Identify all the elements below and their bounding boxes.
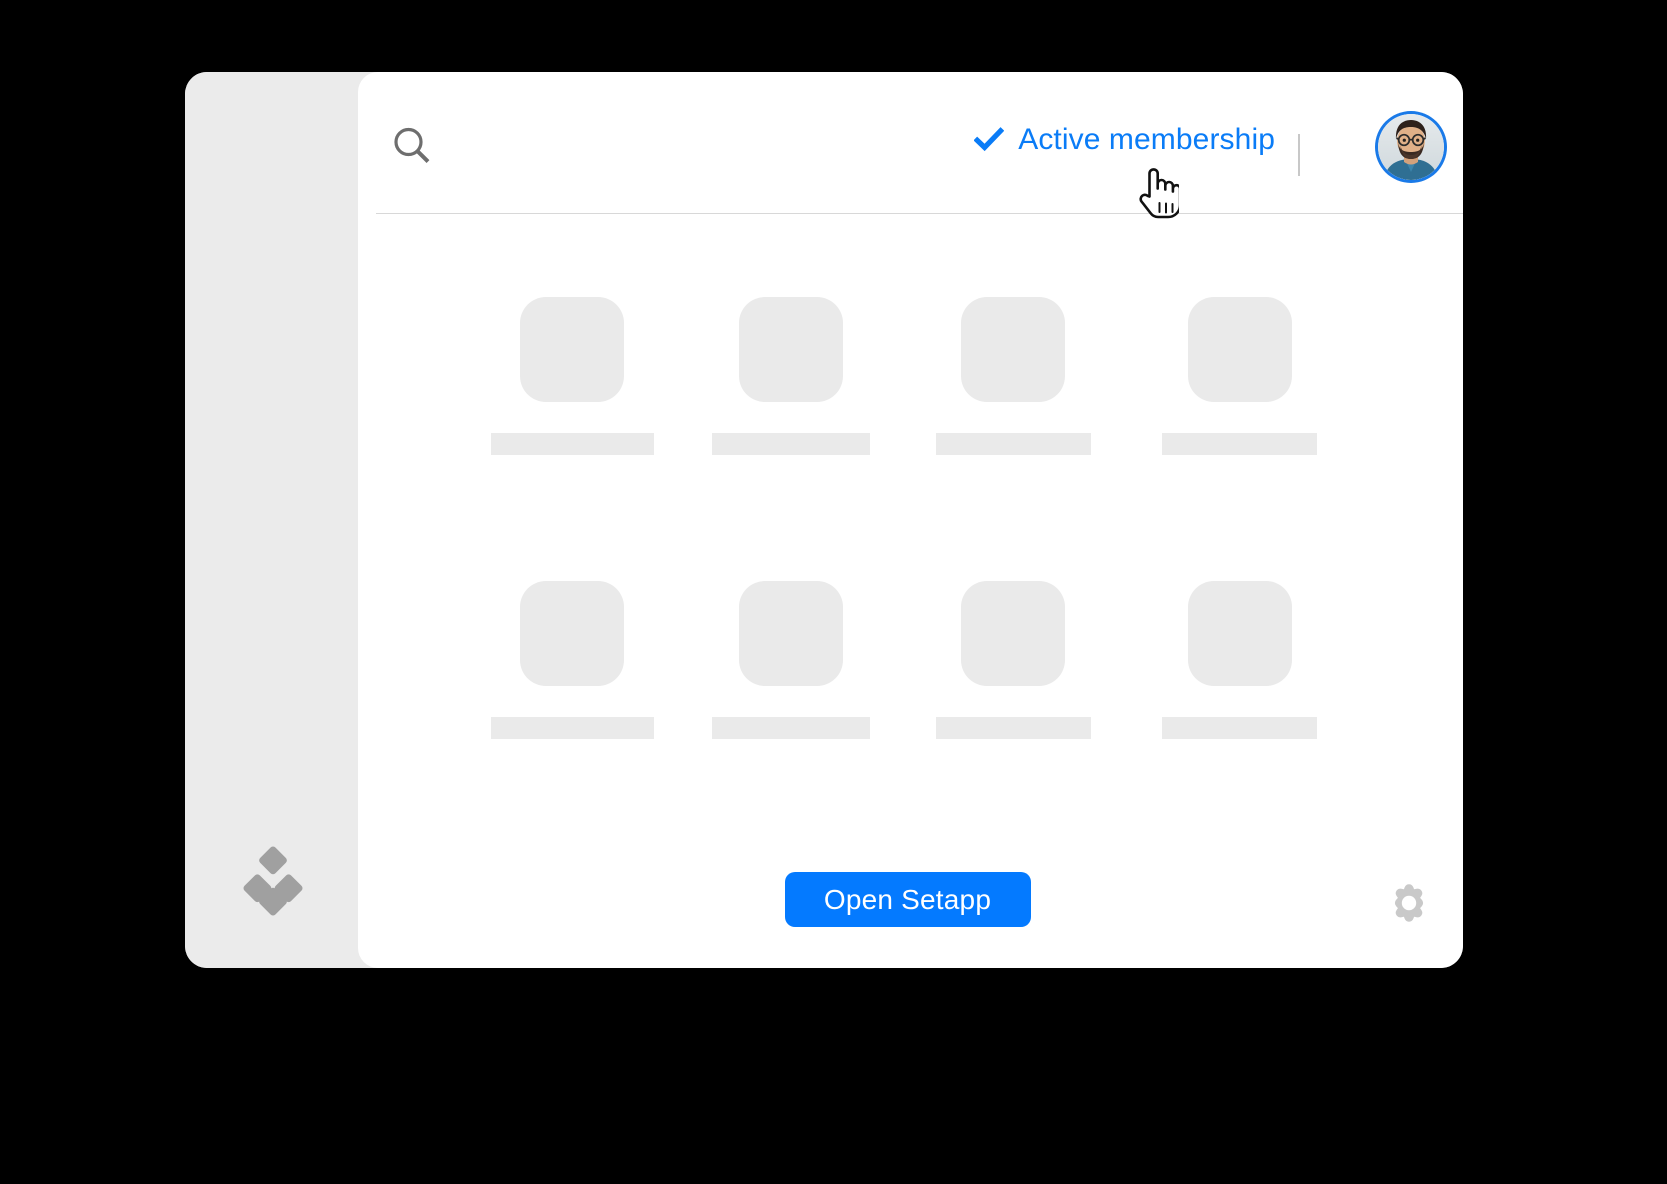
header-divider	[376, 213, 1463, 214]
search-icon[interactable]	[390, 124, 434, 168]
setapp-window: Active membership Open Setapp	[185, 72, 1463, 968]
skeleton-card	[907, 297, 1120, 455]
skeleton-thumbnail	[1187, 297, 1292, 402]
header-separator	[1298, 134, 1300, 176]
skeleton-label	[490, 433, 654, 455]
header-bar: Active membership	[358, 72, 1463, 214]
user-avatar[interactable]	[1378, 114, 1444, 180]
skeleton-label	[935, 717, 1091, 739]
setapp-logo	[243, 846, 303, 916]
skeleton-row	[466, 581, 1346, 739]
skeleton-thumbnail	[520, 581, 625, 686]
skeleton-thumbnail	[738, 581, 843, 686]
skeleton-card	[1134, 581, 1347, 739]
skeleton-label	[935, 433, 1091, 455]
skeleton-card	[907, 581, 1120, 739]
open-setapp-button[interactable]: Open Setapp	[784, 872, 1031, 927]
membership-status[interactable]: Active membership	[974, 125, 1275, 155]
skeleton-label	[1162, 717, 1318, 739]
skeleton-label	[1162, 433, 1318, 455]
skeleton-card	[685, 581, 898, 739]
app-grid-skeleton	[466, 297, 1346, 739]
skeleton-thumbnail	[961, 581, 1066, 686]
gear-icon[interactable]	[1388, 882, 1430, 924]
skeleton-label	[490, 717, 654, 739]
skeleton-label	[711, 717, 870, 739]
skeleton-thumbnail	[961, 297, 1066, 402]
skeleton-thumbnail	[738, 297, 843, 402]
skeleton-thumbnail	[1187, 581, 1292, 686]
skeleton-row	[466, 297, 1346, 455]
sidebar	[185, 72, 358, 968]
checkmark-icon	[974, 127, 1005, 152]
skeleton-card	[685, 297, 898, 455]
skeleton-card	[466, 297, 679, 455]
skeleton-card	[466, 581, 679, 739]
membership-status-label: Active membership	[1018, 123, 1275, 156]
skeleton-thumbnail	[520, 297, 625, 402]
skeleton-label	[711, 433, 870, 455]
skeleton-card	[1134, 297, 1347, 455]
main-panel: Active membership Open Setapp	[358, 72, 1463, 968]
